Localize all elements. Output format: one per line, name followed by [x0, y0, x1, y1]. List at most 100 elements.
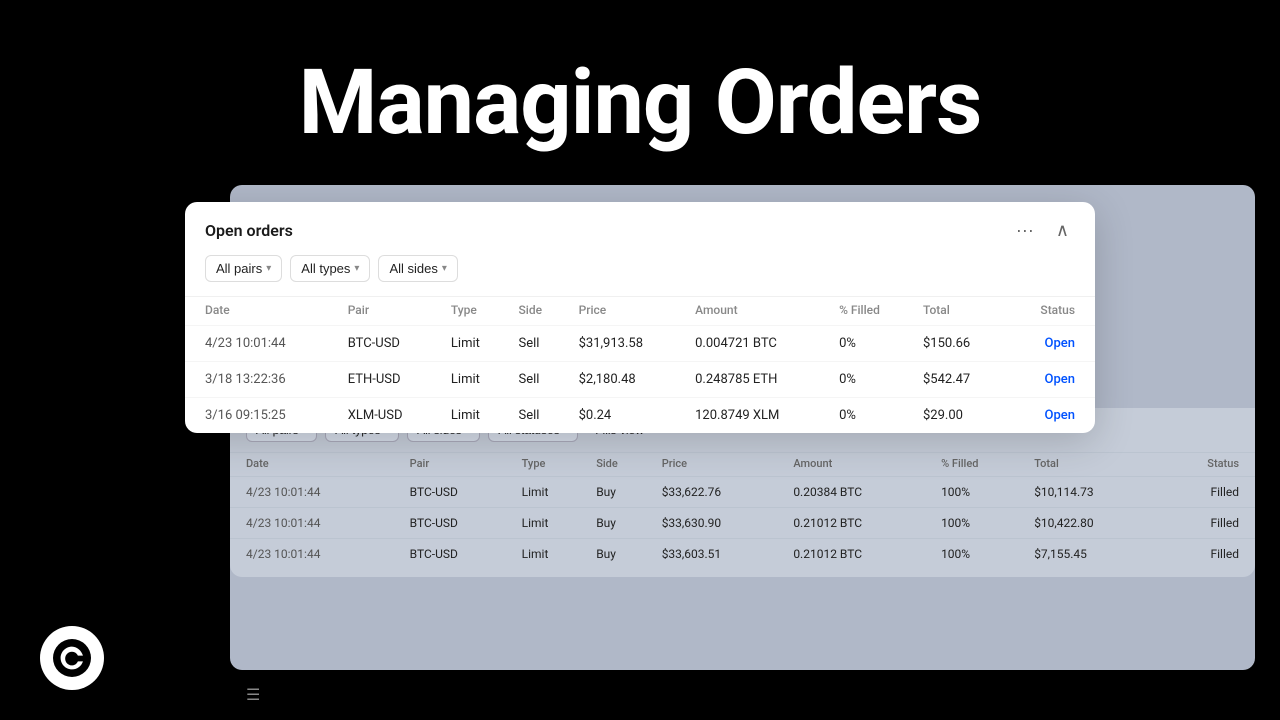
- cell-type: Limit: [514, 539, 589, 570]
- open-orders-modal: Open orders ··· ∧ All pairs ▾ All types …: [185, 202, 1095, 433]
- cell-type: Limit: [441, 398, 509, 434]
- modal-header: Open orders ··· ∧: [185, 202, 1095, 255]
- cell-total: $542.47: [913, 362, 1006, 398]
- cell-price: $2,180.48: [569, 362, 686, 398]
- table-row: 3/18 13:22:36 ETH-USD Limit Sell $2,180.…: [185, 362, 1095, 398]
- fills-panel: All pairs ▾ All types ▾ All sides ▾ All …: [230, 408, 1255, 577]
- filter-types-label: All types: [301, 261, 350, 276]
- modal-header-actions: ··· ∧: [1010, 218, 1075, 243]
- fills-table-header-row: Date Pair Type Side Price Amount % Fille…: [230, 453, 1255, 477]
- cell-status: Filled: [1158, 508, 1255, 539]
- coinbase-logo: [40, 626, 104, 690]
- fills-col-price: Price: [654, 453, 786, 477]
- cell-type: Limit: [441, 326, 509, 362]
- chevron-down-icon: ▾: [354, 263, 359, 274]
- col-pct-filled: % Filled: [829, 297, 913, 326]
- cell-side: Sell: [509, 362, 569, 398]
- cell-side: Buy: [588, 477, 654, 508]
- cell-status: Open: [1006, 362, 1095, 398]
- cell-pair: BTC-USD: [338, 326, 441, 362]
- cell-status: Open: [1006, 398, 1095, 434]
- cell-amount: 0.248785 ETH: [685, 362, 829, 398]
- cell-pair: BTC-USD: [402, 508, 514, 539]
- cell-date: 3/16 09:15:25: [185, 398, 338, 434]
- cell-date: 3/18 13:22:36: [185, 362, 338, 398]
- cell-total: $150.66: [913, 326, 1006, 362]
- fills-table: Date Pair Type Side Price Amount % Fille…: [230, 452, 1255, 569]
- collapse-button[interactable]: ∧: [1050, 218, 1075, 243]
- filter-types-button[interactable]: All types ▾: [290, 255, 370, 282]
- cell-side: Sell: [509, 326, 569, 362]
- cell-pair: ETH-USD: [338, 362, 441, 398]
- filter-pairs-label: All pairs: [216, 261, 262, 276]
- cell-pair: BTC-USD: [402, 477, 514, 508]
- cell-pct-filled: 0%: [829, 398, 913, 434]
- fills-col-date: Date: [230, 453, 402, 477]
- cell-amount: 0.21012 BTC: [785, 539, 933, 570]
- col-status: Status: [1006, 297, 1095, 326]
- filter-pairs-button[interactable]: All pairs ▾: [205, 255, 282, 282]
- col-side: Side: [509, 297, 569, 326]
- page-title: Managing Orders: [0, 50, 1280, 155]
- cell-pct-filled: 100%: [933, 477, 1026, 508]
- cell-price: $0.24: [569, 398, 686, 434]
- cell-pct-filled: 100%: [933, 539, 1026, 570]
- fills-col-total: Total: [1026, 453, 1158, 477]
- cell-pair: XLM-USD: [338, 398, 441, 434]
- cell-type: Limit: [514, 477, 589, 508]
- chevron-down-icon: ▾: [442, 263, 447, 274]
- fills-col-status: Status: [1158, 453, 1255, 477]
- cell-type: Limit: [441, 362, 509, 398]
- cell-amount: 120.8749 XLM: [685, 398, 829, 434]
- cell-price: $33,630.90: [654, 508, 786, 539]
- cell-price: $33,622.76: [654, 477, 786, 508]
- cell-date: 4/23 10:01:44: [185, 326, 338, 362]
- cell-status: Open: [1006, 326, 1095, 362]
- cell-total: $10,422.80: [1026, 508, 1158, 539]
- fills-col-pair: Pair: [402, 453, 514, 477]
- table-header-row: Date Pair Type Side Price Amount % Fille…: [185, 297, 1095, 326]
- fills-col-pct-filled: % Filled: [933, 453, 1026, 477]
- cell-side: Sell: [509, 398, 569, 434]
- col-pair: Pair: [338, 297, 441, 326]
- cell-type: Limit: [514, 508, 589, 539]
- cell-price: $31,913.58: [569, 326, 686, 362]
- modal-title: Open orders: [205, 221, 293, 240]
- cell-amount: 0.20384 BTC: [785, 477, 933, 508]
- filter-sides-button[interactable]: All sides ▾: [378, 255, 457, 282]
- table-row: 4/23 10:01:44 BTC-USD Limit Sell $31,913…: [185, 326, 1095, 362]
- cell-side: Buy: [588, 508, 654, 539]
- cell-side: Buy: [588, 539, 654, 570]
- filter-row: All pairs ▾ All types ▾ All sides ▾: [185, 255, 1095, 296]
- table-row: 4/23 10:01:44 BTC-USD Limit Buy $33,630.…: [230, 508, 1255, 539]
- cell-date: 4/23 10:01:44: [230, 477, 402, 508]
- filter-sides-label: All sides: [389, 261, 437, 276]
- cell-total: $10,114.73: [1026, 477, 1158, 508]
- col-amount: Amount: [685, 297, 829, 326]
- cell-pair: BTC-USD: [402, 539, 514, 570]
- fills-col-amount: Amount: [785, 453, 933, 477]
- table-row: 4/23 10:01:44 BTC-USD Limit Buy $33,603.…: [230, 539, 1255, 570]
- col-price: Price: [569, 297, 686, 326]
- more-options-button[interactable]: ···: [1010, 218, 1040, 243]
- cell-status: Filled: [1158, 477, 1255, 508]
- open-orders-table: Date Pair Type Side Price Amount % Fille…: [185, 296, 1095, 433]
- cell-total: $7,155.45: [1026, 539, 1158, 570]
- cell-pct-filled: 100%: [933, 508, 1026, 539]
- col-type: Type: [441, 297, 509, 326]
- table-row: 3/16 09:15:25 XLM-USD Limit Sell $0.24 1…: [185, 398, 1095, 434]
- cell-date: 4/23 10:01:44: [230, 508, 402, 539]
- col-total: Total: [913, 297, 1006, 326]
- chevron-down-icon: ▾: [266, 263, 271, 274]
- hamburger-icon[interactable]: ☰: [246, 685, 260, 704]
- table-row: 4/23 10:01:44 BTC-USD Limit Buy $33,622.…: [230, 477, 1255, 508]
- cell-amount: 0.21012 BTC: [785, 508, 933, 539]
- cell-total: $29.00: [913, 398, 1006, 434]
- cell-amount: 0.004721 BTC: [685, 326, 829, 362]
- cell-price: $33,603.51: [654, 539, 786, 570]
- fills-col-type: Type: [514, 453, 589, 477]
- cell-pct-filled: 0%: [829, 326, 913, 362]
- cell-pct-filled: 0%: [829, 362, 913, 398]
- cell-date: 4/23 10:01:44: [230, 539, 402, 570]
- cell-status: Filled: [1158, 539, 1255, 570]
